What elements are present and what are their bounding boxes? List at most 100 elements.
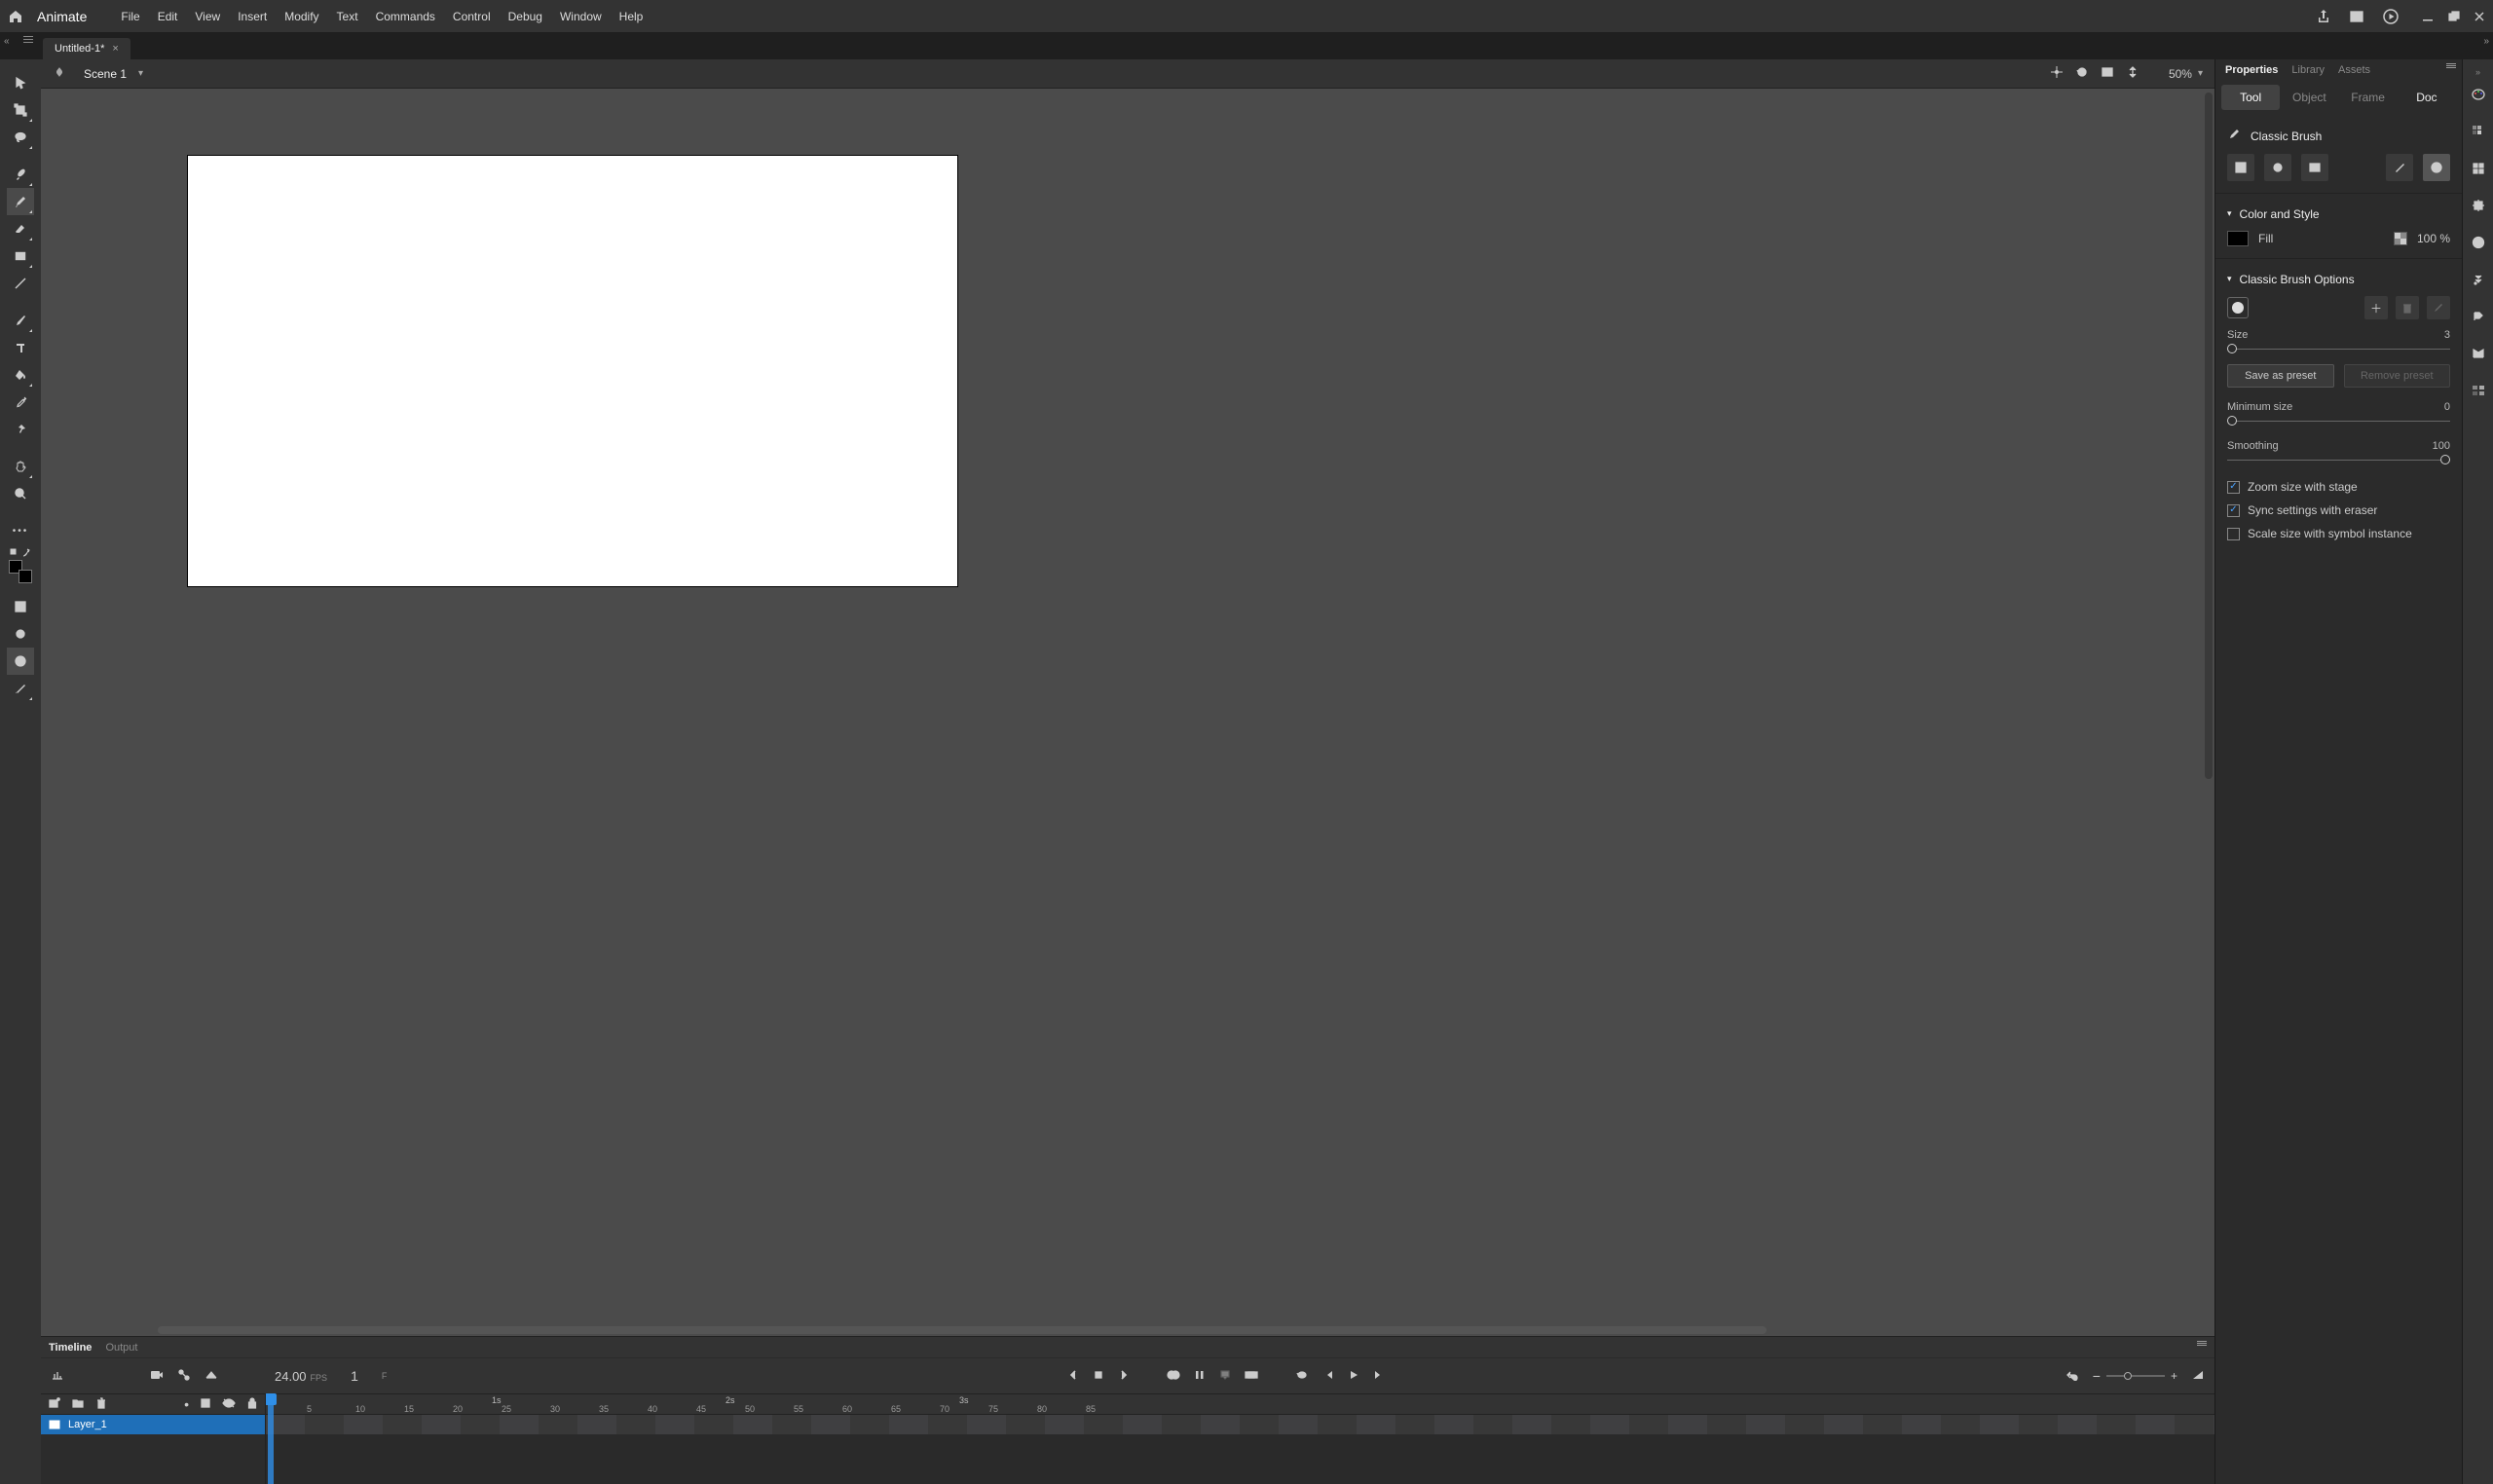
window-minimize-icon[interactable] [2423,11,2435,22]
workspace-icon[interactable] [2349,9,2364,24]
swap-colors-icon[interactable] [10,548,31,558]
section-brush-options[interactable]: ▾ Classic Brush Options [2227,267,2450,292]
fill-color-swatch[interactable] [19,570,32,583]
tab-timeline[interactable]: Timeline [49,1342,92,1354]
scene-chevron-down-icon[interactable]: ▾ [138,68,143,79]
menu-debug[interactable]: Debug [500,6,551,27]
eyedropper-tool[interactable] [7,389,34,416]
menu-view[interactable]: View [186,6,229,27]
zoom-chevron-down-icon[interactable]: ▾ [2198,68,2203,79]
document-tab[interactable]: Untitled-1* × [43,38,130,59]
resize-timeline-icon[interactable] [2191,1369,2205,1384]
tilt-toggle-icon[interactable] [7,675,34,702]
layer-name[interactable]: Layer_1 [68,1419,107,1430]
playhead[interactable] [268,1393,274,1484]
tab-library[interactable]: Library [2291,64,2325,76]
panel-menu-icon[interactable] [23,36,33,43]
delete-layer-icon[interactable] [95,1397,107,1412]
library-panel-icon[interactable] [2469,344,2488,363]
prev-keyframe-icon[interactable] [1067,1369,1079,1384]
undo-timeline-icon[interactable] [2065,1369,2079,1384]
layer-frames-track[interactable] [266,1415,2214,1434]
pressure-toggle-icon[interactable] [7,648,34,675]
layer-parenting-icon[interactable] [177,1368,191,1385]
size-value[interactable]: 3 [2444,329,2450,341]
subtab-tool[interactable]: Tool [2221,85,2280,110]
last-frame-icon[interactable] [1373,1369,1385,1384]
menu-modify[interactable]: Modify [276,6,327,27]
stage[interactable] [187,155,958,587]
line-tool[interactable] [7,270,34,297]
first-frame-icon[interactable] [1322,1369,1334,1384]
smoothing-value[interactable]: 100 [2433,440,2450,452]
panel-collapse-left-icon[interactable]: « [4,36,10,47]
fps-value[interactable]: 24.00 [275,1369,307,1384]
swatches-panel-icon[interactable] [2469,122,2488,141]
fit-stage-icon[interactable] [2126,65,2140,82]
min-size-value[interactable]: 0 [2444,401,2450,413]
brush-mode-icon[interactable] [7,620,34,648]
min-size-slider[interactable] [2227,415,2450,428]
subtab-doc[interactable]: Doc [2398,85,2456,110]
paint-bucket-tool[interactable] [7,361,34,389]
size-slider[interactable] [2227,343,2450,356]
checkbox-icon[interactable] [2227,504,2240,517]
tab-assets[interactable]: Assets [2338,64,2370,76]
home-icon[interactable] [8,9,23,24]
actions-panel-icon[interactable] [2469,307,2488,326]
add-camera-icon[interactable] [150,1369,164,1384]
hand-tool[interactable] [7,453,34,480]
lasso-tool[interactable] [7,124,34,151]
subtab-object[interactable]: Object [2280,85,2338,110]
menu-insert[interactable]: Insert [229,6,276,27]
fluid-brush-tool[interactable] [7,161,34,188]
transform-panel-icon[interactable] [2469,196,2488,215]
zoom-tool[interactable] [7,480,34,507]
align-panel-icon[interactable] [2469,159,2488,178]
add-layer-icon[interactable] [49,1397,60,1412]
free-transform-tool[interactable] [7,96,34,124]
eraser-tool[interactable] [7,215,34,242]
pressure-option[interactable] [2386,154,2413,181]
checkbox-icon[interactable] [2227,481,2240,494]
check-scale-symbol[interactable]: Scale size with symbol instance [2227,522,2450,545]
keyframe-view-icon[interactable] [51,1368,64,1385]
layer-depth-icon[interactable] [205,1368,218,1385]
more-tools-icon[interactable]: ••• [7,517,34,544]
insert-keyframe-icon[interactable] [1093,1369,1104,1384]
scene-name[interactable]: Scene 1 [84,67,127,81]
classic-brush-tool[interactable] [7,188,34,215]
pen-tool[interactable] [7,307,34,334]
layer-row[interactable]: Layer_1 [41,1415,265,1434]
vertical-scrollbar[interactable] [2205,93,2213,779]
info-panel-icon[interactable] [2469,233,2488,252]
rectangle-tool[interactable] [7,242,34,270]
panel-collapse-right-icon[interactable]: » [2483,36,2489,47]
check-zoom-stage[interactable]: Zoom size with stage [2227,475,2450,499]
rotate-stage-icon[interactable] [2075,65,2089,82]
color-swatches[interactable] [9,560,32,583]
panel-collapse-right-icon[interactable]: » [2475,67,2480,77]
clip-stage-icon[interactable] [2101,65,2114,82]
edit-multiple-frames-icon[interactable] [1194,1369,1206,1384]
history-panel-icon[interactable] [2469,270,2488,289]
opacity-icon[interactable] [2394,232,2407,245]
properties-panel-menu-icon[interactable] [2446,63,2456,68]
tilt-option[interactable] [2423,154,2450,181]
subtab-frame[interactable]: Frame [2339,85,2398,110]
menu-edit[interactable]: Edit [149,6,187,27]
onion-skin-icon[interactable] [1167,1369,1180,1384]
horizontal-scrollbar[interactable] [158,1326,1767,1334]
loop-icon[interactable] [1295,1369,1309,1384]
current-frame[interactable]: 1 [351,1368,358,1384]
menu-commands[interactable]: Commands [367,6,444,27]
layer-lock-icon[interactable] [247,1397,257,1412]
window-restore-icon[interactable] [2448,11,2460,22]
timeline-panel-menu-icon[interactable] [2197,1341,2207,1346]
edit-preset-icon[interactable] [2427,296,2450,319]
menu-control[interactable]: Control [444,6,500,27]
fill-color-swatch[interactable] [2227,231,2249,246]
check-sync-eraser[interactable]: Sync settings with eraser [2227,499,2450,522]
menu-text[interactable]: Text [328,6,367,27]
marker-icon[interactable] [1219,1369,1231,1384]
